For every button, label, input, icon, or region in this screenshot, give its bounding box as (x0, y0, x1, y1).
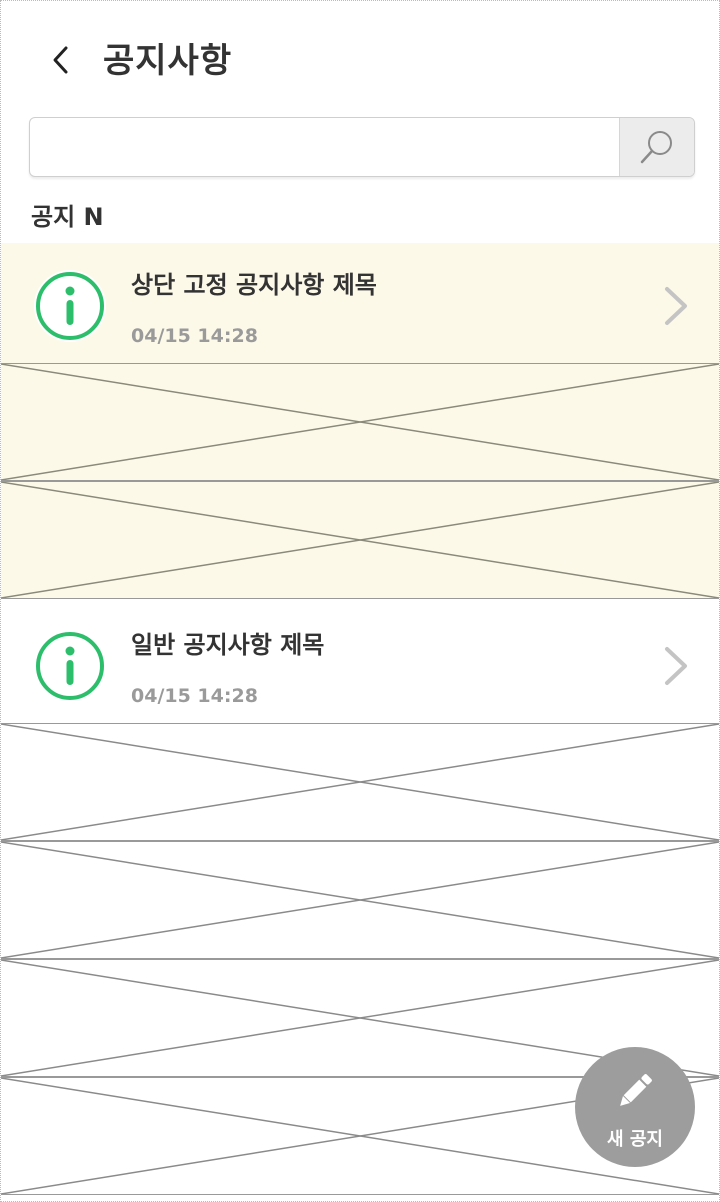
back-arrow-icon (53, 46, 68, 74)
notice-item[interactable]: 일반 공지사항 제목 04/15 14:28 (1, 603, 719, 723)
search-button[interactable] (619, 118, 694, 176)
search-input[interactable] (30, 118, 618, 176)
image-placeholder (1, 841, 719, 959)
image-placeholder (1, 723, 719, 841)
pencil-icon (620, 1074, 652, 1106)
info-icon (36, 632, 104, 700)
notice-date: 04/15 14:28 (131, 685, 258, 707)
screen: 공지사항 공지 N 상단 고정 공지사항 제목 04/15 14:28 일반 공… (0, 0, 720, 1202)
info-icon (34, 270, 106, 342)
app-header: 공지사항 (1, 1, 719, 111)
search-bar (29, 117, 695, 177)
notice-date: 04/15 14:28 (131, 325, 258, 347)
section-label: 공지 N (31, 203, 104, 231)
new-notice-label: 새 공지 (607, 1129, 663, 1150)
image-placeholder (1, 481, 719, 599)
new-notice-button[interactable]: 새 공지 (575, 1047, 695, 1167)
chevron-right-icon (665, 647, 687, 685)
chevron-right-icon (665, 287, 687, 325)
back-button[interactable] (41, 37, 81, 83)
notice-item-pinned[interactable]: 상단 고정 공지사항 제목 04/15 14:28 (1, 243, 719, 363)
notice-title: 일반 공지사항 제목 (131, 631, 325, 659)
notice-title: 상단 고정 공지사항 제목 (131, 271, 377, 299)
search-icon (640, 131, 672, 164)
page-title: 공지사항 (103, 41, 233, 81)
image-placeholder (1, 363, 719, 481)
